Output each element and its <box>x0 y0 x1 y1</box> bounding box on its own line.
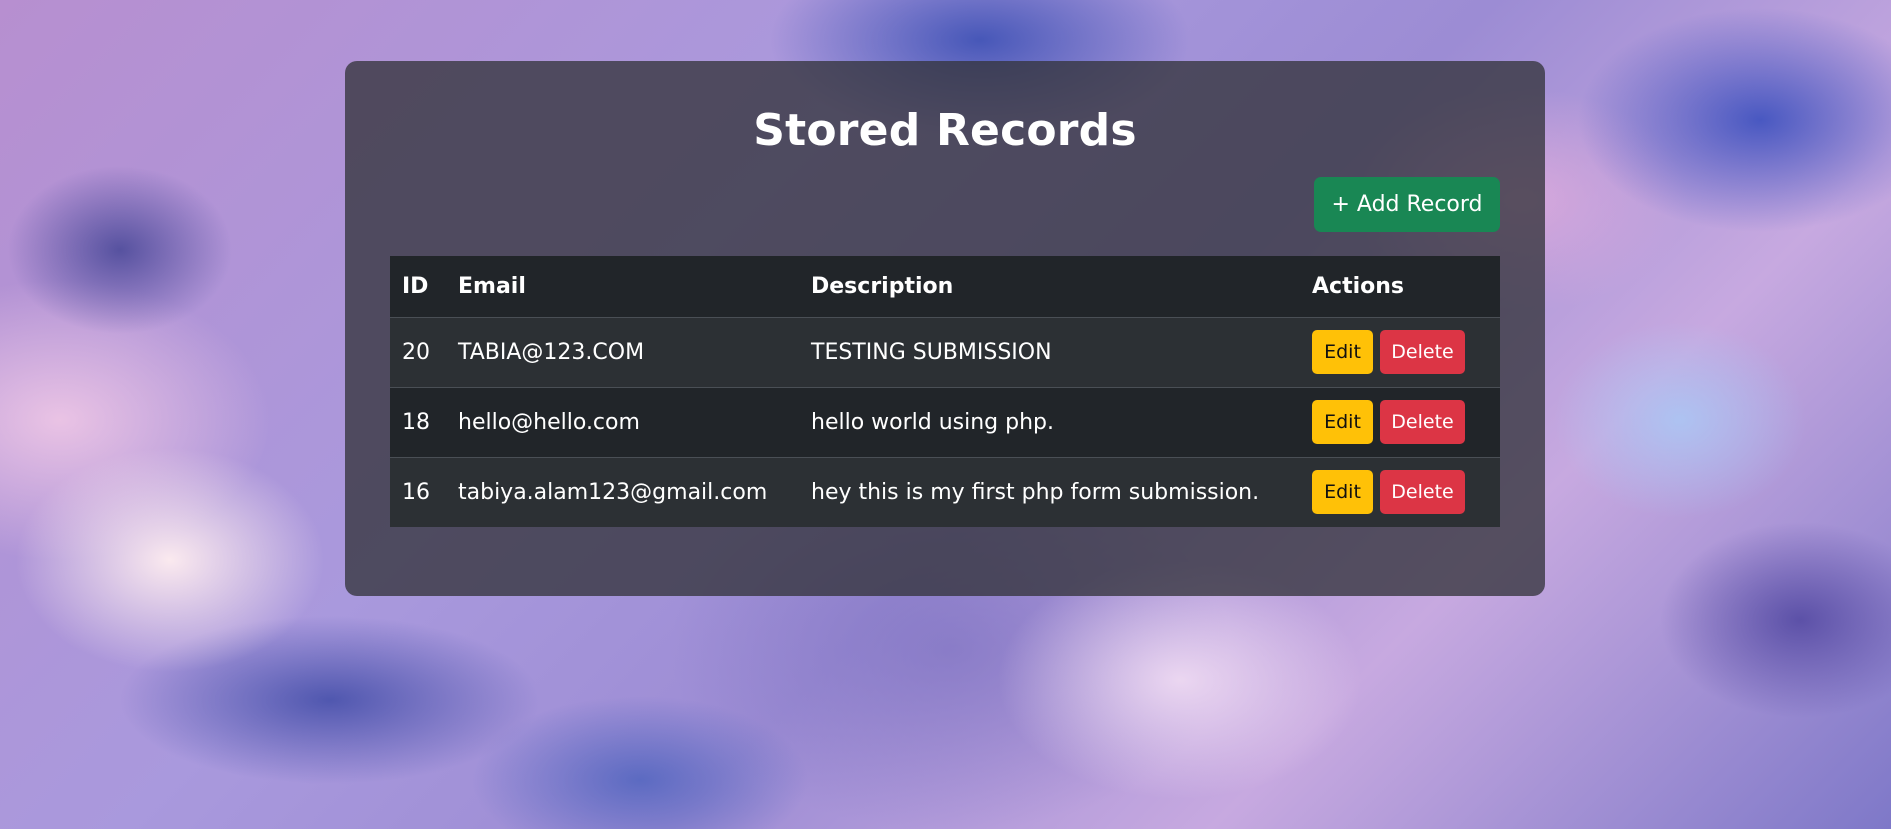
header-email: Email <box>458 273 526 299</box>
cell-email: hello@hello.com <box>458 409 640 435</box>
add-record-button[interactable]: + Add Record <box>1314 177 1500 232</box>
cell-actions: Edit Delete <box>1300 387 1500 457</box>
header-description: Description <box>811 273 954 299</box>
row-actions: Edit Delete <box>1312 330 1500 374</box>
delete-button[interactable]: Delete <box>1380 330 1465 374</box>
cell-description: hey this is my first php form submission… <box>811 479 1260 505</box>
cell-email: TABIA@123.COM <box>458 339 645 365</box>
records-table: ID Email Description Actions 20 TABIA@12… <box>390 256 1500 527</box>
cell-actions: Edit Delete <box>1300 457 1500 527</box>
delete-button[interactable]: Delete <box>1380 470 1465 515</box>
cell-description: TESTING SUBMISSION <box>811 339 1052 365</box>
edit-button[interactable]: Edit <box>1312 470 1373 515</box>
header-id: ID <box>402 273 429 299</box>
page-title: Stored Records <box>753 105 1137 156</box>
row-actions: Edit Delete <box>1312 470 1500 515</box>
cell-id: 16 <box>402 479 430 505</box>
cell-id: 20 <box>402 339 430 365</box>
edit-button[interactable]: Edit <box>1312 400 1373 444</box>
cell-email: tabiya.alam123@gmail.com <box>458 479 768 505</box>
records-card: Stored Records + Add Record ID Email Des… <box>345 61 1545 596</box>
table-header-row: ID Email Description Actions <box>390 256 1500 317</box>
cell-id: 18 <box>402 409 430 435</box>
delete-button[interactable]: Delete <box>1380 400 1465 444</box>
header-actions: Actions <box>1312 273 1404 299</box>
table-row: 20 TABIA@123.COM TESTING SUBMISSION Edit… <box>390 317 1500 387</box>
row-actions: Edit Delete <box>1312 400 1500 444</box>
table-row: 16 tabiya.alam123@gmail.com hey this is … <box>390 457 1500 527</box>
cell-description: hello world using php. <box>811 409 1055 435</box>
table-row: 18 hello@hello.com hello world using php… <box>390 387 1500 457</box>
edit-button[interactable]: Edit <box>1312 330 1373 374</box>
cell-actions: Edit Delete <box>1300 317 1500 387</box>
